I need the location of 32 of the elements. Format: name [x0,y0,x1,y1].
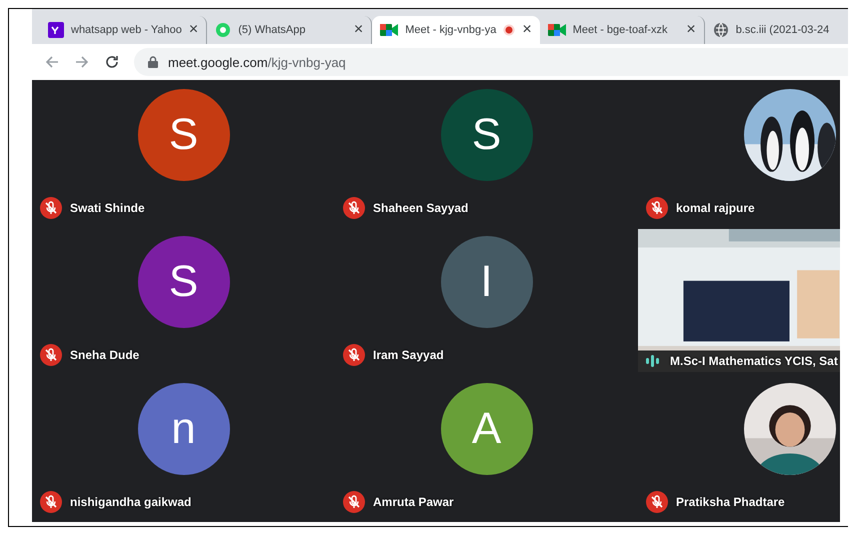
participant-name: Sneha Dude [70,348,140,362]
participant-name: Shaheen Sayyad [373,201,468,215]
participant-name: Iram Sayyad [373,348,444,362]
avatar: A [440,382,532,474]
url-text: meet.google.com/kjg-vnbg-yaq [168,54,346,70]
participant-name: M.Sc-I Mathematics YCIS, Sat [670,354,838,368]
participant-name: Swati Shinde [70,201,145,215]
participant-name: komal rajpure [676,201,755,215]
participant-name: Pratiksha Phadtare [676,495,785,509]
camera-icon [380,23,398,37]
forward-icon[interactable] [74,54,90,70]
chat-icon [215,22,232,38]
avatar: S [138,236,230,328]
lock-icon [148,56,158,68]
avatar: S [138,88,230,180]
close-icon[interactable]: × [686,22,696,38]
reload-icon[interactable] [104,54,120,70]
avatar: I [440,236,532,328]
browser-tab[interactable]: Meet - kjg-vnbg-ya × [372,16,540,44]
back-icon[interactable] [44,54,60,70]
participant-name: nishigandha gaikwad [70,495,192,509]
camera-icon [548,23,566,37]
participant-name: Amruta Pawar [373,495,454,509]
close-icon[interactable]: × [354,22,364,38]
avatar: n [138,382,230,474]
address-bar[interactable]: meet.google.com/kjg-vnbg-yaq [134,48,848,76]
close-icon[interactable]: × [522,22,532,38]
globe-icon [712,22,729,38]
browser-tab[interactable]: b.sc.iii (2021-03-24 [704,16,838,44]
yahoo-icon [48,22,64,38]
close-icon[interactable]: × [188,22,198,38]
avatar: S [440,88,532,180]
